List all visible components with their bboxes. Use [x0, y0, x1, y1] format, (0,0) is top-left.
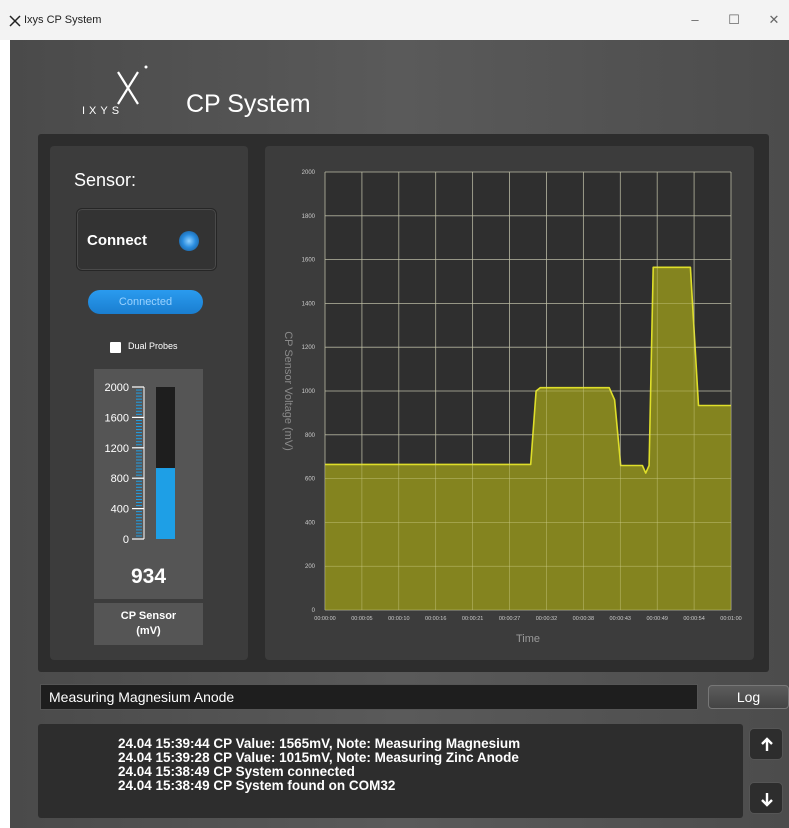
x-axis-label: Time: [516, 633, 540, 645]
gauge-tick-label: 800: [111, 473, 129, 485]
sensor-panel: Sensor: Connect Connected Dual Probes 20…: [50, 146, 248, 660]
gauge-tick-label: 2000: [105, 382, 129, 394]
app-icon: [9, 15, 21, 27]
gauge-tick-label: 1200: [105, 443, 129, 455]
y-tick-label: 600: [305, 477, 316, 483]
x-tick-label: 00:00:38: [573, 616, 594, 622]
voltage-chart-panel: 0 200 400 600 800 1000 1200 1400 1600 1800 2000 00:…: [265, 146, 754, 660]
y-tick-label: 0: [312, 608, 316, 614]
y-tick-label: 800: [305, 433, 316, 439]
log-entry: 24.04 15:39:28 CP Value: 1015mV, Note: M…: [118, 750, 519, 765]
scroll-up-button[interactable]: [749, 728, 783, 760]
y-tick-label: 400: [305, 520, 316, 526]
arrow-up-icon: [761, 737, 773, 751]
scroll-down-button[interactable]: [749, 782, 783, 814]
log-entry: 24.04 15:38:49 CP System found on COM32: [118, 778, 396, 793]
minimize-button[interactable]: –: [683, 10, 707, 30]
app-title: CP System: [186, 90, 311, 118]
app-window: IXYS CP System Sensor: Connect Connected…: [10, 40, 789, 828]
sensor-gauge: 2000 1600 1200 800 400 0 934: [94, 369, 203, 599]
dual-probes-checkbox[interactable]: [110, 342, 121, 353]
gauge-caption-line2: (mV): [136, 625, 161, 637]
log-list: 24.04 15:39:44 CP Value: 1565mV, Note: M…: [38, 724, 743, 818]
x-tick-label: 00:00:05: [351, 616, 372, 622]
logo-text: IXYS: [82, 105, 123, 117]
log-entry: 24.04 15:39:44 CP Value: 1565mV, Note: M…: [118, 736, 521, 751]
x-tick-label: 00:01:00: [720, 616, 741, 622]
x-tick-label: 00:00:32: [536, 616, 557, 622]
x-tick-label: 00:00:10: [388, 616, 409, 622]
y-tick-label: 2000: [302, 170, 316, 176]
gauge-tick-label: 400: [111, 504, 129, 516]
connect-button[interactable]: Connect: [76, 208, 217, 271]
sensor-heading: Sensor:: [74, 170, 137, 190]
x-tick-label: 00:00:00: [314, 616, 335, 622]
gauge-graphic: 2000 1600 1200 800 400 0: [105, 382, 175, 546]
gauge-caption-line1: CP Sensor: [120, 610, 177, 622]
connect-label: Connect: [87, 232, 147, 249]
x-tick-label: 00:00:16: [425, 616, 446, 622]
dual-probes-label: Dual Probes: [128, 341, 178, 351]
connection-led-icon: [179, 231, 199, 251]
voltage-chart: 0 200 400 600 800 1000 1200 1400 1600 1800 2000 00:…: [282, 170, 742, 645]
log-entry: 24.04 15:38:49 CP System connected: [118, 764, 355, 779]
note-input[interactable]: Measuring Magnesium Anode: [40, 684, 698, 710]
window-title: Ixys CP System: [24, 14, 102, 26]
arrow-down-icon: [761, 793, 773, 807]
y-tick-label: 1800: [302, 214, 316, 220]
dashboard: Sensor: Connect Connected Dual Probes 20…: [38, 134, 769, 672]
y-tick-label: 1200: [302, 345, 316, 351]
y-tick-label: 1000: [302, 389, 316, 395]
x-tick-label: 00:00:54: [683, 616, 704, 622]
window-titlebar: Ixys CP System – ☐ ✕: [0, 0, 789, 40]
close-button[interactable]: ✕: [762, 10, 786, 30]
x-tick-label: 00:00:49: [646, 616, 667, 622]
x-tick-label: 00:00:21: [462, 616, 483, 622]
y-axis-label: CP Sensor Voltage (mV): [282, 331, 294, 451]
log-button[interactable]: Log: [708, 685, 789, 709]
y-tick-label: 200: [305, 564, 316, 570]
maximize-button[interactable]: ☐: [722, 10, 746, 30]
connection-status-badge: Connected: [88, 290, 203, 314]
gauge-tick-label: 1600: [105, 412, 129, 424]
gauge-value: 934: [130, 565, 167, 588]
gauge-fill: [156, 468, 175, 539]
y-tick-label: 1400: [302, 301, 316, 307]
x-tick-label: 00:00:27: [499, 616, 520, 622]
x-tick-label: 00:00:43: [610, 616, 631, 622]
gauge-tick-label: 0: [123, 534, 129, 546]
ixys-logo: IXYS: [82, 65, 148, 117]
y-tick-label: 1600: [302, 258, 316, 264]
gauge-caption: CP Sensor (mV): [94, 603, 203, 645]
